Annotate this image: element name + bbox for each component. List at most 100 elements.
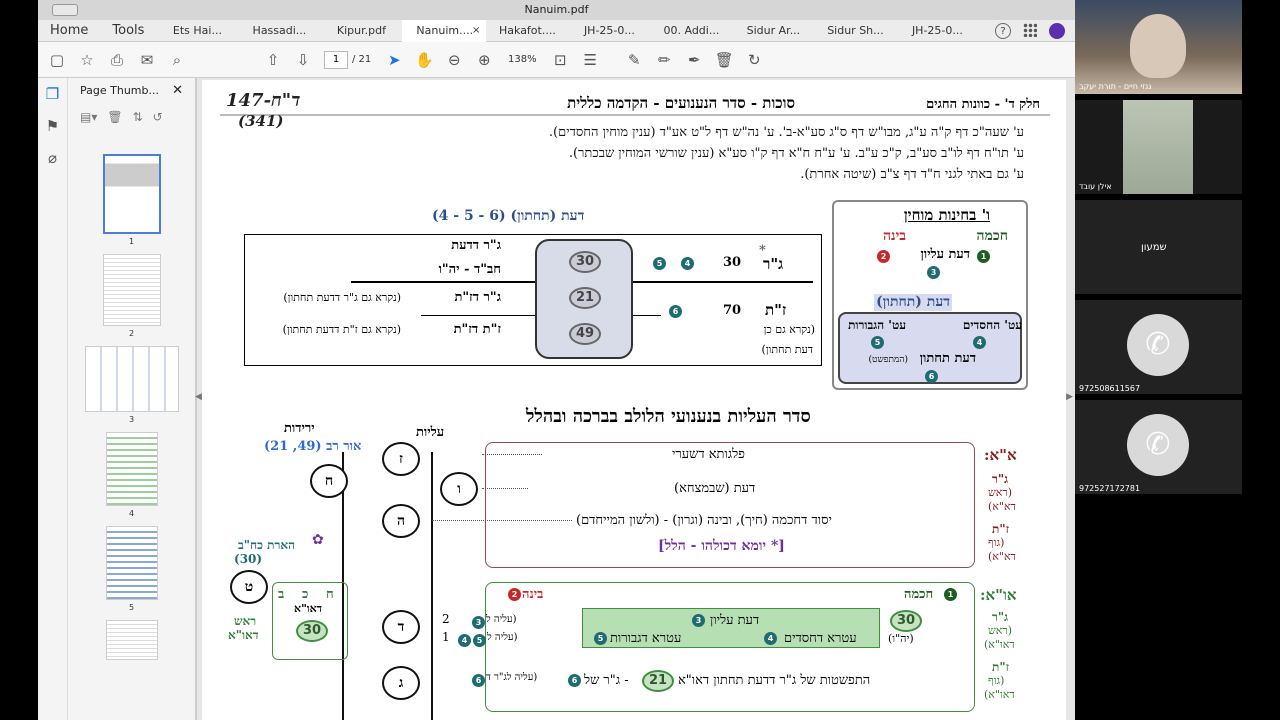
search-icon[interactable]: ⌕ (162, 45, 192, 75)
participant-tile[interactable]: ✆ 972508611567 (1075, 300, 1242, 394)
cell-note: (נקרא גם ג"ר דדעת תחתון) (283, 291, 401, 304)
participant-name: 972508611567 (1079, 384, 1141, 393)
select-cursor-icon[interactable]: ➤ (379, 45, 409, 75)
ao-chochma: חכמה (904, 587, 934, 602)
main-toolbar: ▢ ☆ ⎙ ✉ ⌕ ⇧ ⇩ 1 / 21 ➤ ✋ ⊖ ⊕ 138% ⊡ ☰ ✎ … (38, 42, 1075, 78)
tab-document[interactable]: 00. Addi... (650, 24, 732, 37)
badge-3: 3 (472, 616, 485, 629)
cell-chabad: חב"ד - יה"ו (438, 262, 501, 277)
participant-name: שמעון (1141, 242, 1167, 253)
account-avatar[interactable] (1049, 23, 1065, 39)
page-thumbnail[interactable] (84, 346, 179, 412)
ao-atra-chasadim: עטרא דחסדים (784, 631, 857, 646)
participant-tile[interactable]: שמעון (1075, 200, 1242, 294)
print-icon[interactable]: ⎙ (102, 45, 132, 75)
scroll-mode-icon[interactable]: ☰ (575, 45, 605, 75)
zoom-select[interactable]: 138% (499, 54, 545, 65)
next-page-icon[interactable]: ⇩ (288, 45, 318, 75)
tab-tools[interactable]: Tools (100, 23, 156, 38)
tab-document[interactable]: Sidur Ar... (732, 24, 814, 37)
close-tab-icon[interactable]: × (472, 20, 480, 42)
tab-document[interactable]: JH-25-0... (896, 24, 978, 37)
bookmarks-icon[interactable]: ⚑ (38, 110, 67, 142)
tab-document[interactable]: Sidur Sh... (814, 24, 896, 37)
sources-block: ע' שעה"כ דף ק"ה ע"ג, מבו"ש דף ס"ג סע"א-ב… (384, 122, 1024, 185)
ao-21-badge: 21 (642, 670, 674, 692)
handwritten-page-number: (341) (238, 112, 284, 130)
side-daoa: דאו"א (294, 602, 322, 615)
harat-label: הארת כח"ב (238, 538, 295, 552)
sign-icon[interactable]: ✒ (679, 45, 709, 75)
participant-name: 972527172781 (1079, 484, 1141, 493)
page-thumbnail[interactable] (105, 526, 158, 600)
dotted-connector (482, 454, 542, 455)
value-21-badge: 21 (569, 287, 601, 309)
tab-document[interactable]: Hassadi... (238, 24, 320, 37)
zoom-out-icon[interactable]: ⊖ (439, 45, 469, 75)
flower-icon: ✿ (312, 532, 324, 548)
ao-30-badge: 30 (890, 610, 922, 632)
mochin-box: ו' בחינות מוחין חכמה בינה 1 דעת עליון 2 … (832, 200, 1028, 390)
page-thumbnail[interactable] (102, 154, 161, 234)
page-thumbnail[interactable] (105, 432, 158, 506)
hand-tool-icon[interactable]: ✋ (409, 45, 439, 75)
atik-chasadim: עט' החסדים (962, 318, 1022, 332)
badge-2: 2 (877, 250, 890, 263)
options-menu-icon[interactable]: ▤▾ (80, 110, 97, 124)
fit-page-icon[interactable]: ⊡ (545, 45, 575, 75)
attachments-icon[interactable]: ⌀ (38, 142, 67, 174)
daat-table: 30 21 49 ג"ר דדעת חב"ד - יה"ו ג"ר דז"ת (… (244, 234, 822, 366)
tab-document[interactable]: Hakafot.... (486, 24, 568, 37)
collapse-right-icon[interactable]: ▶ (1066, 392, 1073, 402)
participant-frame (1123, 100, 1193, 194)
page-thumbnail[interactable] (102, 254, 161, 326)
extract-page-icon[interactable]: ⇅ (133, 110, 143, 124)
page-thumbnails-icon[interactable]: ❐ (38, 78, 67, 110)
bookmark-star-icon[interactable]: ☆ (72, 45, 102, 75)
page-thumbnail[interactable] (105, 620, 158, 660)
cell-note: (נקרא גם ז"ת דדעת תחתון) (282, 323, 401, 336)
participant-video[interactable]: גנזי חיים - תורת יעקב (1075, 0, 1242, 94)
handwritten-page-ref: 147-ד"ח (226, 90, 301, 111)
comment-icon[interactable]: ✎ (619, 45, 649, 75)
participant-tile[interactable]: ✆ 972527172781 (1075, 400, 1242, 494)
delete-page-icon[interactable]: 🗑 (107, 110, 122, 124)
delete-icon[interactable]: 🗑 (709, 45, 739, 75)
help-icon[interactable]: ? (995, 23, 1011, 39)
document-view[interactable]: ◀ ▶ חלק ד' - כוונות החגים סוכות - סדר הנ… (195, 78, 1075, 720)
tab-document-active[interactable]: Nanuim.... × (402, 19, 487, 42)
zoom-in-icon[interactable]: ⊕ (469, 45, 499, 75)
page-number-input[interactable]: 1 (324, 50, 348, 69)
dotted-connector (432, 520, 572, 521)
participant-video[interactable]: אילן עובד (1075, 100, 1242, 194)
aa-gar: ג"ר (992, 472, 1009, 486)
aliyot-line (431, 452, 433, 720)
badge-4: 4 (764, 632, 777, 645)
email-icon[interactable]: ✉ (132, 45, 162, 75)
tab-document[interactable]: JH-25-0... (568, 24, 650, 37)
collapse-left-icon[interactable]: ◀ (195, 392, 202, 402)
page-header: חלק ד' - כוונות החגים סוכות - סדר הנענוע… (220, 90, 1050, 130)
tab-home[interactable]: Home (38, 23, 100, 38)
aliya-note: (עליה ל (487, 632, 518, 643)
previous-page-icon[interactable]: ⇧ (258, 45, 288, 75)
tab-document[interactable]: Ets Hai... (156, 24, 238, 37)
apps-grid-icon[interactable] (1023, 23, 1037, 37)
daat-tachton-label: דעת תחתון (919, 351, 976, 366)
star-mark: * (759, 243, 766, 258)
rotate-page-icon[interactable]: ↺ (153, 110, 163, 124)
badge-3: 3 (692, 614, 705, 627)
rotate-icon[interactable]: ↻ (739, 45, 769, 75)
close-panel-icon[interactable]: ✕ (172, 78, 183, 104)
highlight-icon[interactable]: ✏ (649, 45, 679, 75)
badge-5: 5 (653, 257, 666, 270)
window-title: Nanuim.pdf (524, 3, 589, 16)
pdf-reader-window: Nanuim.pdf Home Tools Ets Hai... Hassadi… (38, 0, 1075, 720)
side-h: ח (326, 587, 334, 602)
badge-1: 1 (944, 588, 957, 601)
tab-document[interactable]: Kipur.pdf (320, 24, 402, 37)
save-icon[interactable]: ▢ (42, 45, 72, 75)
thumbnail-tools: ▤▾ 🗑 ⇅ ↺ (68, 104, 195, 130)
aliyot-label: עליות (416, 425, 445, 440)
sidebar-toggle-button[interactable] (52, 4, 78, 16)
